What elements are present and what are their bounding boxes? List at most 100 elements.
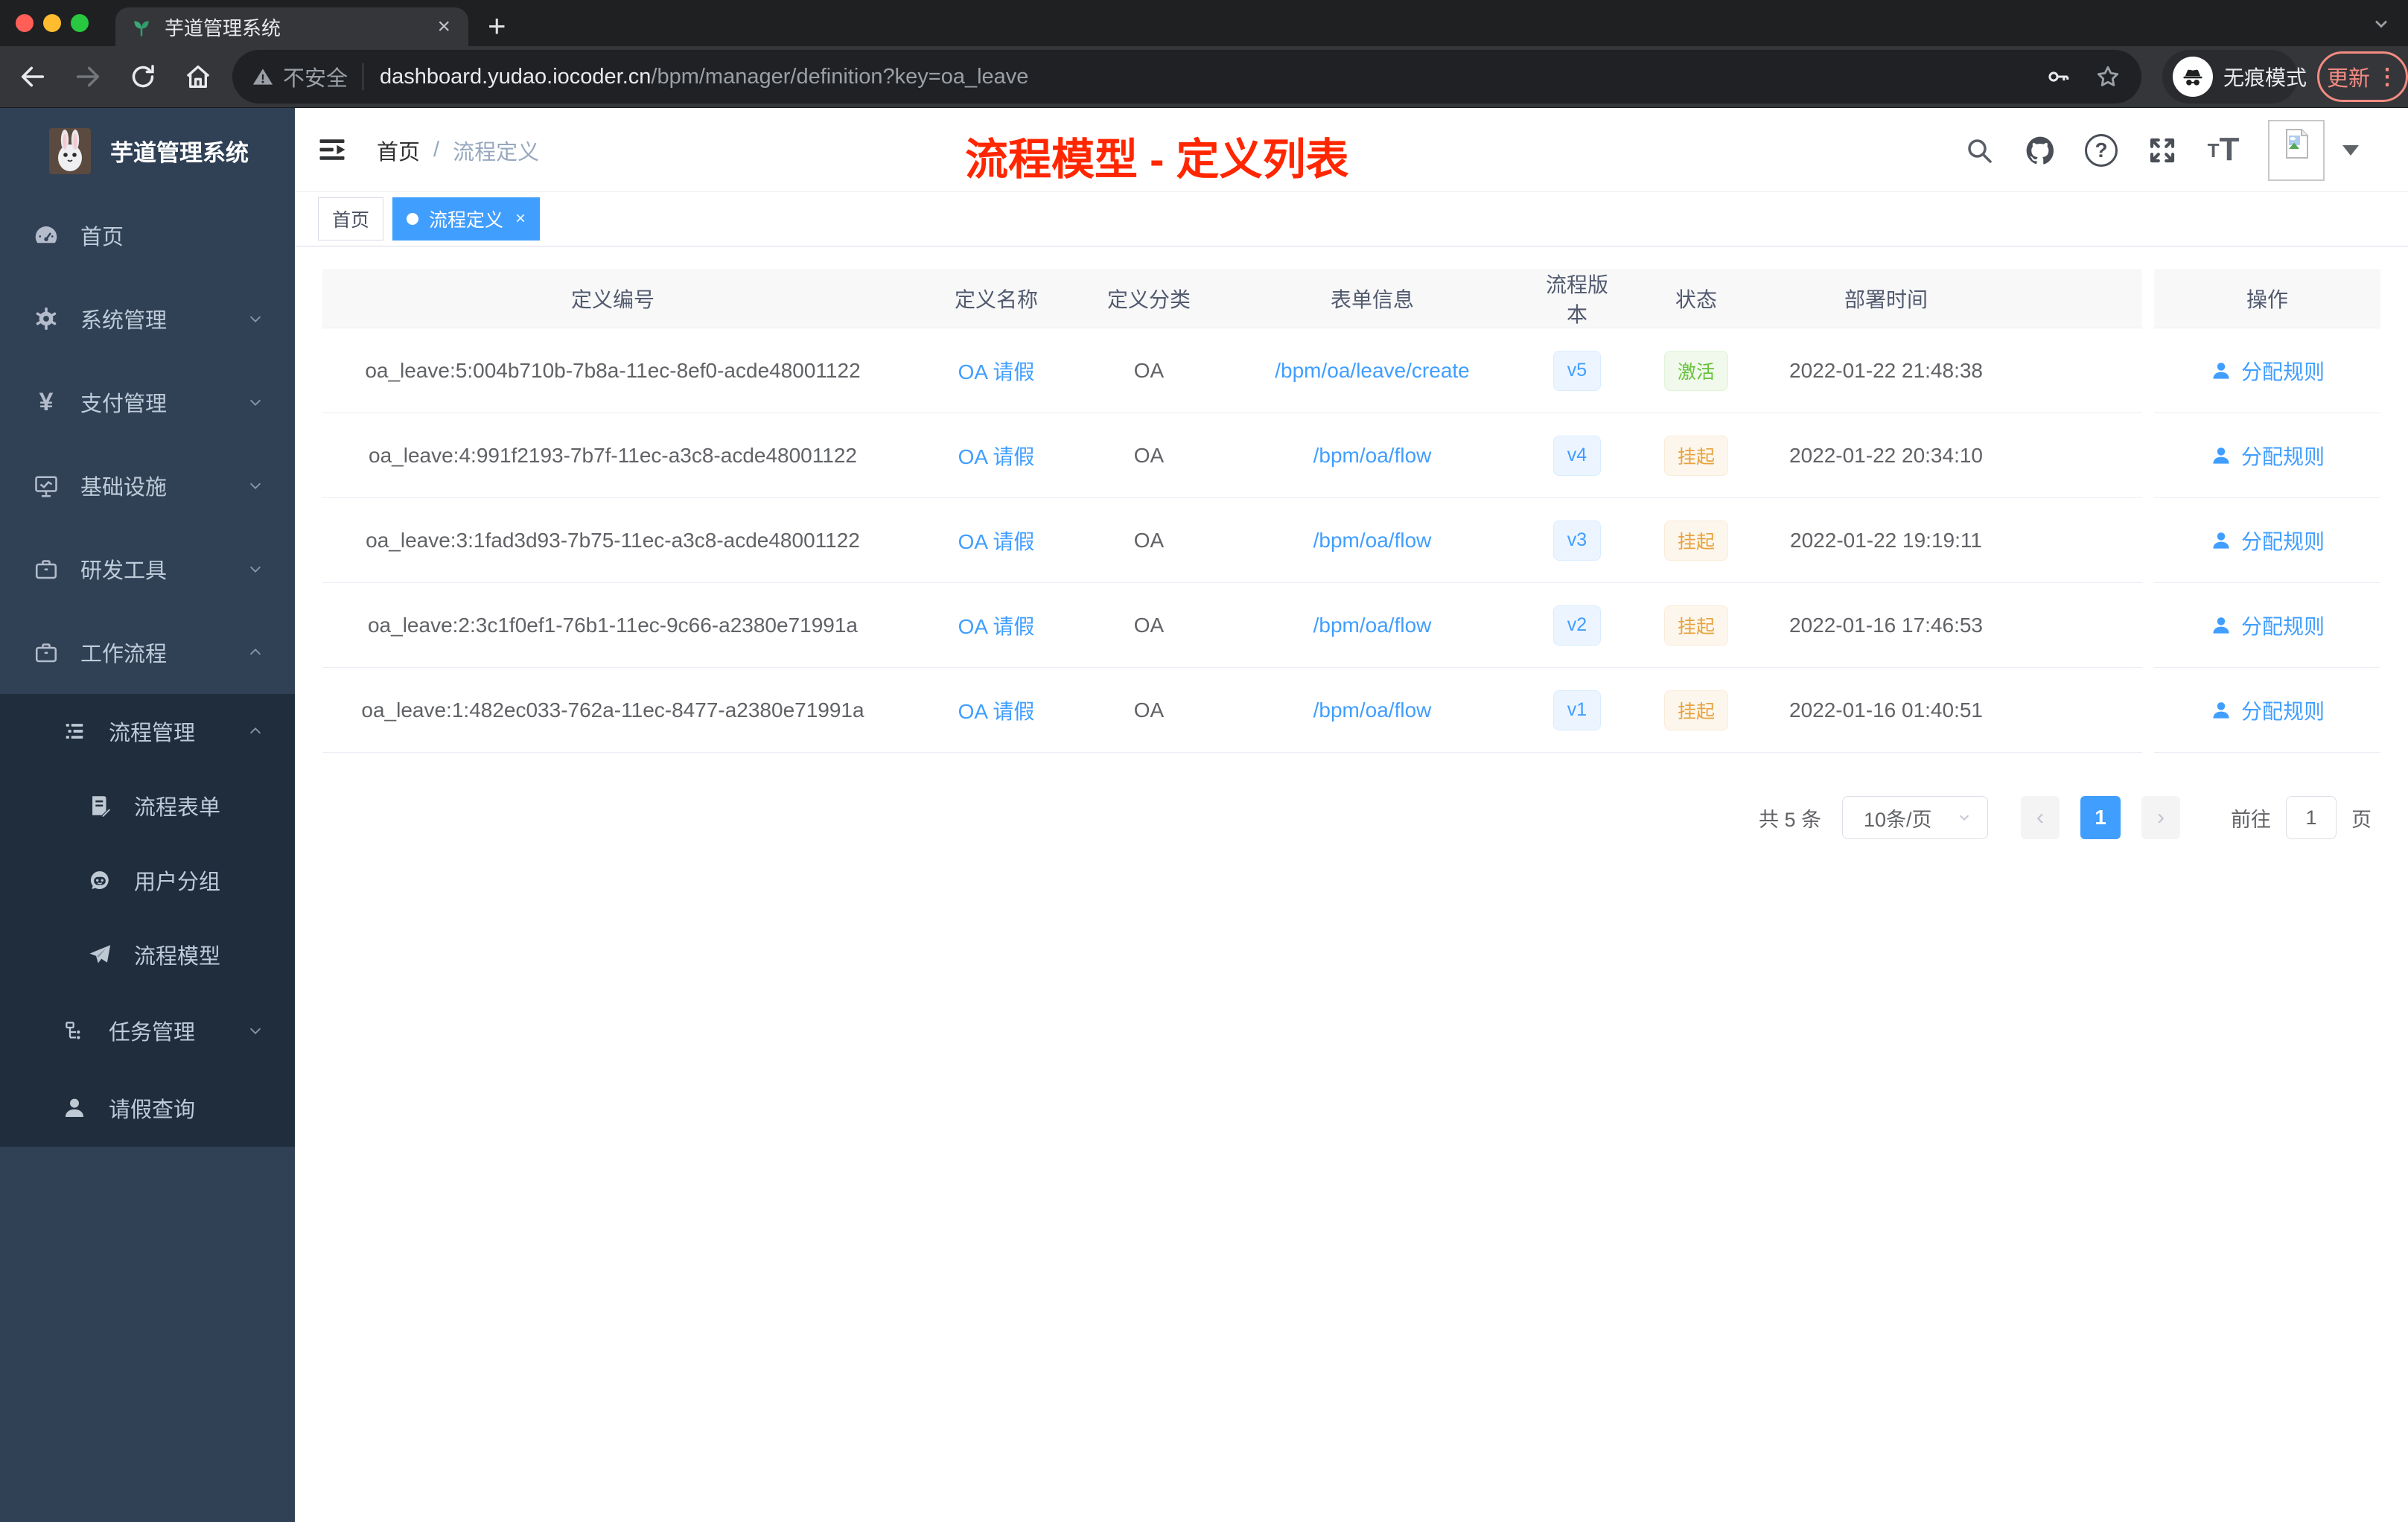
- url-host[interactable]: dashboard.yudao.iocoder.cn: [380, 65, 651, 89]
- page-annotation-title: 流程模型 - 定义列表: [965, 136, 1349, 184]
- cell-deploy-time: 2022-01-22 20:34:10: [1774, 413, 1998, 498]
- sidebar: 芋道管理系统 首页 系统管理 ¥ 支付管理 基础设施 研发工具 工作流程 流程管…: [0, 108, 295, 1522]
- cell-category: OA: [1089, 498, 1208, 583]
- table-row: oa_leave:4:991f2193-7b7f-11ec-a3c8-acde4…: [322, 413, 2380, 498]
- assign-rule-button[interactable]: 分配规则: [2210, 441, 2325, 471]
- tab-search-caret-icon[interactable]: [2371, 13, 2392, 34]
- form-link[interactable]: /bpm/oa/flow: [1313, 529, 1432, 553]
- hamburger-icon[interactable]: [316, 133, 348, 166]
- sidebar-item-label: 基础设施: [80, 476, 168, 500]
- window-controls[interactable]: [16, 14, 89, 32]
- table-header-row: 定义编号 定义名称 定义分类 表单信息 流程版本 状态 部署时间 操作: [322, 269, 2380, 328]
- sidebar-item-system[interactable]: 系统管理: [0, 277, 295, 360]
- form-link[interactable]: /bpm/oa/flow: [1313, 614, 1432, 637]
- assign-rule-button[interactable]: 分配规则: [2210, 611, 2325, 640]
- tab-title: 芋道管理系统: [165, 16, 281, 39]
- address-bar[interactable]: 不安全 dashboard.yudao.iocoder.cn /bpm/mana…: [232, 50, 2141, 104]
- col-header-time: 部署时间: [1774, 269, 1998, 328]
- assign-rule-button[interactable]: 分配规则: [2210, 526, 2325, 555]
- security-label[interactable]: 不安全: [283, 61, 348, 92]
- sidebar-item-label: 请假查询: [109, 1098, 196, 1122]
- table-row: oa_leave:1:482ec033-762a-11ec-8477-a2380…: [322, 668, 2380, 753]
- col-header-status: 状态: [1618, 269, 1774, 328]
- zoom-window-button[interactable]: [71, 14, 89, 32]
- search-icon[interactable]: [1963, 134, 1995, 167]
- prev-page-button[interactable]: ‹: [2021, 796, 2060, 839]
- sidebar-item-process-management[interactable]: 流程管理: [0, 694, 295, 768]
- home-icon[interactable]: [183, 62, 213, 92]
- next-page-button[interactable]: ›: [2141, 796, 2180, 839]
- definition-name-link[interactable]: OA 请假: [958, 441, 1035, 471]
- list-icon: [61, 718, 88, 745]
- gear-icon: [33, 305, 60, 332]
- col-header-version: 流程版本: [1536, 269, 1618, 328]
- cell-category: OA: [1089, 583, 1208, 668]
- version-badge: v3: [1553, 520, 1601, 561]
- breadcrumb: 首页 / 流程定义: [377, 108, 539, 192]
- browser-update-button[interactable]: 更新 ⋮: [2317, 51, 2408, 102]
- pagination-total: 共 5 条: [1758, 808, 1821, 831]
- sidebar-item-task-management[interactable]: 任务管理: [0, 992, 295, 1069]
- page-size-select[interactable]: 10条/页: [1842, 796, 1988, 839]
- incognito-icon: [2173, 57, 2213, 97]
- sidebar-logo[interactable]: 芋道管理系统: [0, 108, 295, 194]
- kebab-menu-icon: ⋮: [2376, 64, 2398, 89]
- goto-page-input[interactable]: [2286, 796, 2337, 839]
- version-badge: v1: [1553, 690, 1601, 730]
- assign-rule-button[interactable]: 分配规则: [2210, 695, 2325, 725]
- col-header-id: 定义编号: [322, 269, 903, 328]
- browser-tab-strip: 芋道管理系统 × +: [0, 0, 2408, 46]
- sidebar-item-user-group[interactable]: 用户分组: [0, 843, 295, 917]
- sidebar-item-dev-tools[interactable]: 研发工具: [0, 527, 295, 611]
- breadcrumb-home[interactable]: 首页: [377, 135, 420, 166]
- definition-name-link[interactable]: OA 请假: [958, 611, 1035, 640]
- bookmark-star-icon[interactable]: [2094, 63, 2122, 91]
- sidebar-item-infrastructure[interactable]: 基础设施: [0, 444, 295, 527]
- assign-rule-button[interactable]: 分配规则: [2210, 356, 2325, 386]
- form-link[interactable]: /bpm/oa/flow: [1313, 444, 1432, 468]
- tag-home[interactable]: 首页: [318, 197, 384, 241]
- warning-icon[interactable]: [252, 66, 274, 88]
- col-header-category: 定义分类: [1089, 269, 1208, 328]
- sidebar-item-workflow[interactable]: 工作流程: [0, 611, 295, 694]
- url-path[interactable]: /bpm/manager/definition?key=oa_leave: [651, 65, 2045, 89]
- tag-label: 流程定义: [429, 210, 504, 231]
- minimize-window-button[interactable]: [43, 14, 61, 32]
- sidebar-item-home[interactable]: 首页: [0, 194, 295, 277]
- sidebar-item-leave-query[interactable]: 请假查询: [0, 1069, 295, 1147]
- form-link[interactable]: /bpm/oa/leave/create: [1275, 359, 1470, 383]
- tab-close-icon[interactable]: ×: [434, 16, 453, 38]
- current-page-button[interactable]: 1: [2080, 796, 2121, 839]
- sidebar-item-process-form[interactable]: 流程表单: [0, 768, 295, 843]
- close-window-button[interactable]: [16, 14, 34, 32]
- definition-name-link[interactable]: OA 请假: [958, 695, 1035, 725]
- fixed-column-gap: [2142, 413, 2154, 498]
- reload-icon[interactable]: [128, 62, 158, 92]
- github-icon[interactable]: [2024, 134, 2057, 167]
- new-tab-button[interactable]: +: [488, 10, 506, 42]
- browser-tab[interactable]: 芋道管理系统 ×: [115, 7, 468, 46]
- key-icon[interactable]: [2045, 63, 2071, 90]
- sidebar-item-payment[interactable]: ¥ 支付管理: [0, 360, 295, 444]
- fullscreen-icon[interactable]: [2146, 134, 2179, 167]
- tag-process-definition[interactable]: 流程定义 ×: [392, 197, 541, 241]
- definition-name-link[interactable]: OA 请假: [958, 526, 1035, 555]
- version-badge: v2: [1553, 605, 1601, 646]
- status-badge: 挂起: [1664, 605, 1728, 646]
- font-size-icon[interactable]: TT: [2207, 133, 2240, 167]
- caret-down-icon[interactable]: [2342, 144, 2359, 156]
- status-badge: 挂起: [1664, 690, 1728, 730]
- back-icon[interactable]: [18, 62, 48, 92]
- tag-close-icon[interactable]: ×: [515, 210, 526, 228]
- definition-name-link[interactable]: OA 请假: [958, 356, 1035, 386]
- active-dot-icon: [407, 213, 419, 225]
- sidebar-item-process-model[interactable]: 流程模型: [0, 917, 295, 992]
- cell-definition-id: oa_leave:4:991f2193-7b7f-11ec-a3c8-acde4…: [322, 413, 903, 498]
- form-link[interactable]: /bpm/oa/flow: [1313, 698, 1432, 722]
- table-row: oa_leave:5:004b710b-7b8a-11ec-8ef0-acde4…: [322, 328, 2380, 413]
- help-icon[interactable]: ?: [2085, 133, 2118, 167]
- avatar[interactable]: [2268, 119, 2325, 181]
- col-header-form: 表单信息: [1208, 269, 1536, 328]
- forward-icon[interactable]: [73, 62, 103, 92]
- sidebar-item-label: 流程表单: [134, 796, 221, 820]
